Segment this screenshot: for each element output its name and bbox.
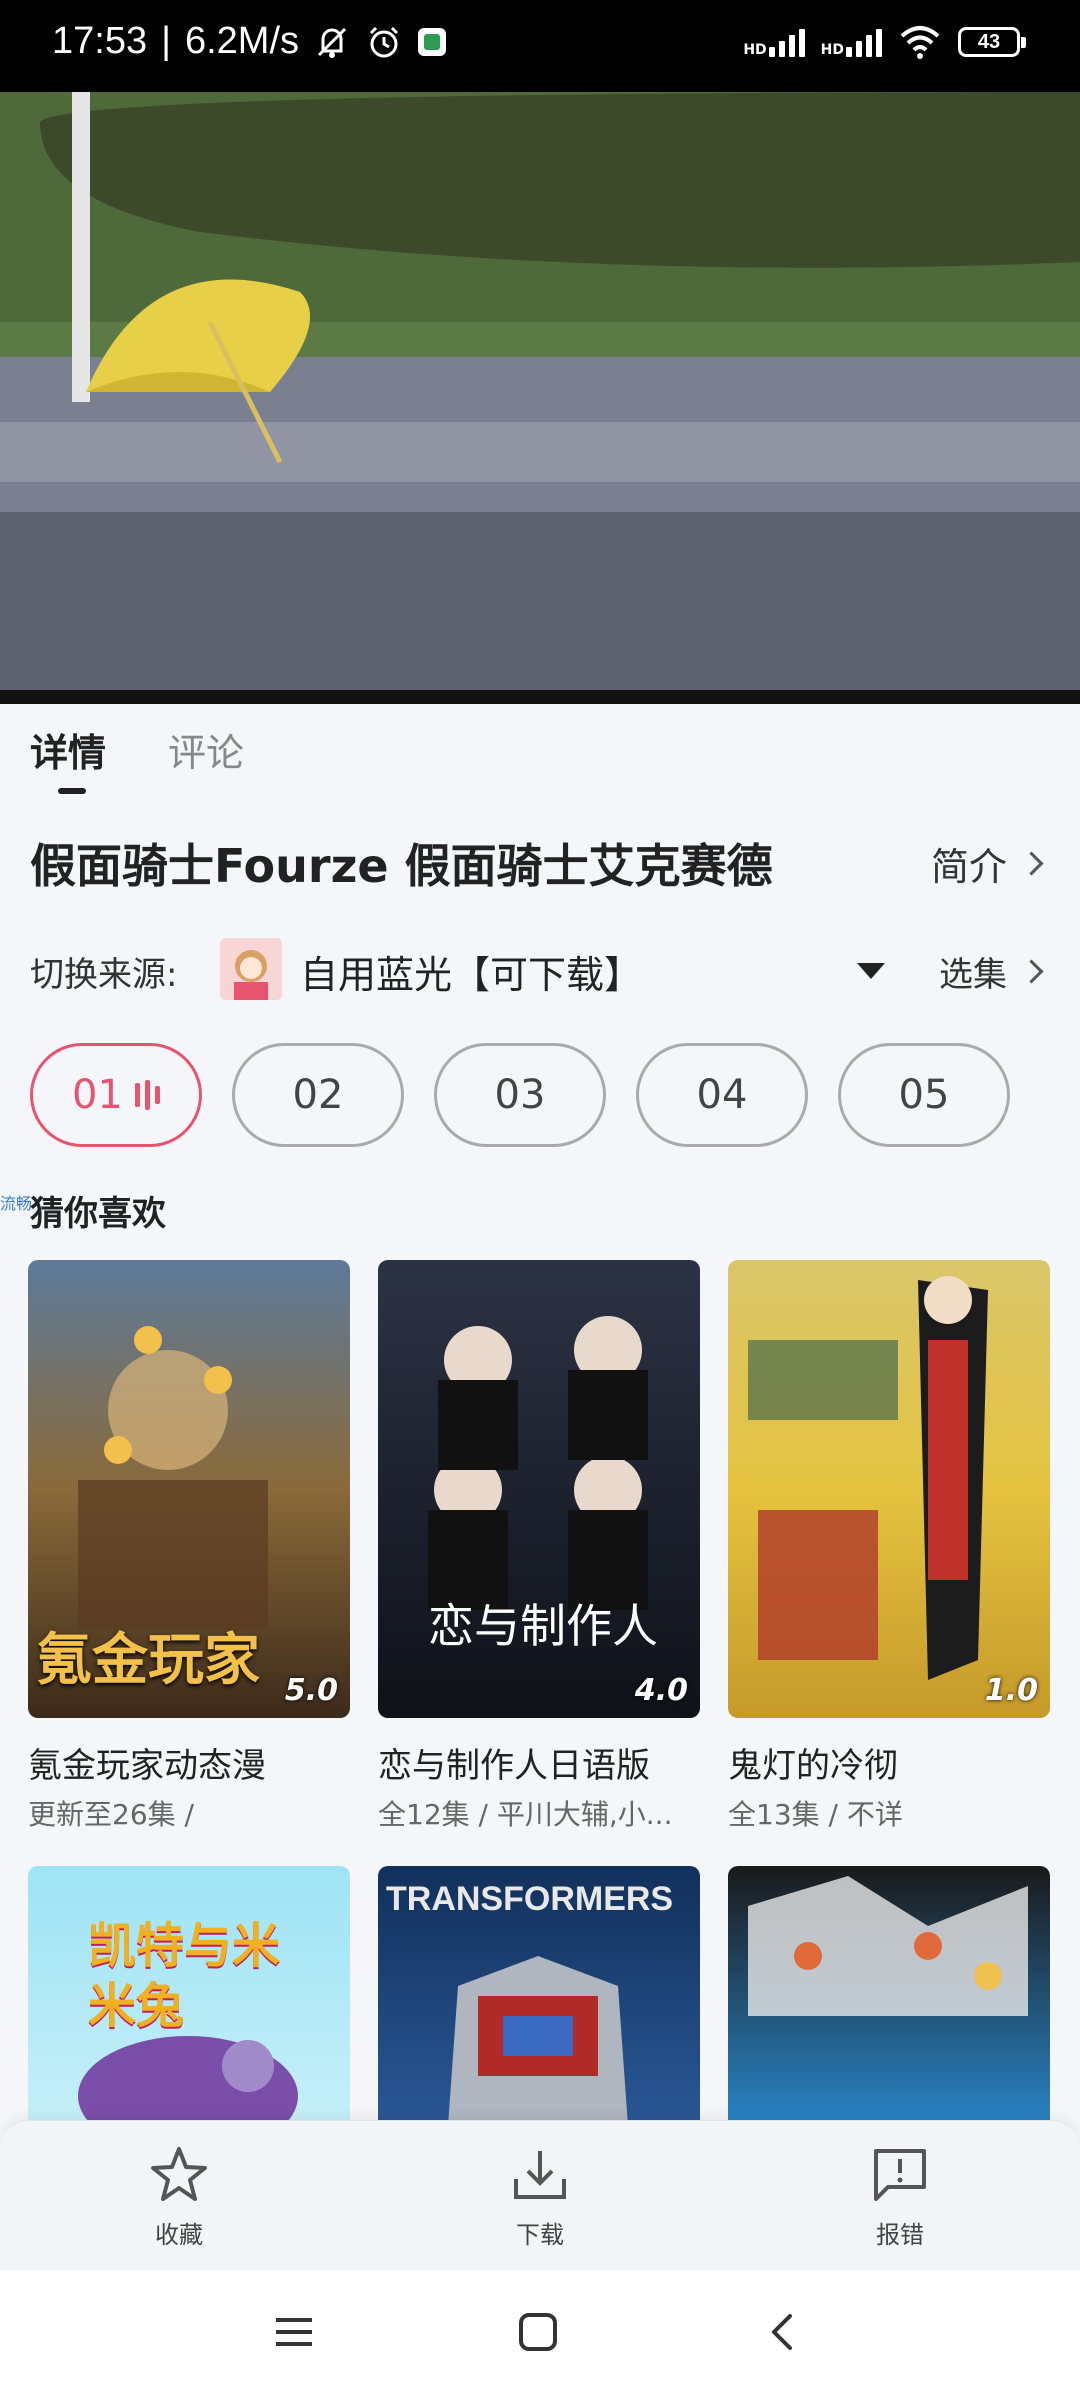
- episode-label: 05: [898, 1072, 950, 1118]
- home-icon[interactable]: [516, 2310, 560, 2354]
- wifi-icon: [900, 26, 940, 59]
- episode-button[interactable]: 03: [434, 1043, 606, 1147]
- side-tag: 流畅: [0, 1194, 33, 1213]
- episode-label: 03: [494, 1072, 546, 1118]
- card-info: 全12集 / 平川大辅,小...: [378, 1798, 673, 1831]
- download-button[interactable]: 下载: [460, 2143, 620, 2250]
- score-badge: 4.0: [634, 1673, 688, 1708]
- episode-label: 02: [292, 1072, 344, 1118]
- download-icon: [514, 2151, 566, 2199]
- tab-details-label: 详情: [30, 731, 107, 775]
- recommend-card[interactable]: 氪金玩家 5.0 氪金玩家动态漫 更新至26集 /: [28, 1260, 350, 1833]
- episode-button[interactable]: 05: [838, 1043, 1010, 1147]
- episode-button[interactable]: 04: [636, 1043, 808, 1147]
- card-title: 恋与制作人日语版: [378, 1746, 650, 1786]
- episode-label: 04: [696, 1072, 748, 1118]
- video-title: 假面骑士Fourze 假面骑士艾克赛德: [30, 839, 773, 893]
- detail-tabs: 详情 评论: [30, 722, 244, 794]
- hd-label: HD: [743, 42, 767, 58]
- source-avatar: [220, 938, 282, 1000]
- card-title: 氪金玩家动态漫: [28, 1746, 266, 1786]
- poster-text: 恋与制作人: [428, 1599, 658, 1653]
- source-name[interactable]: 自用蓝光【可下载】: [300, 944, 642, 999]
- episode-list: 01 02 03 04 05: [30, 1043, 1010, 1147]
- action-bar: 收藏 下载 报错: [0, 2120, 1080, 2271]
- system-nav-bar: [0, 2270, 1080, 2400]
- recommend-card[interactable]: 1.0 鬼灯的冷彻 全13集 / 不详: [728, 1260, 1050, 1833]
- mute-bell-icon: [317, 27, 347, 58]
- back-icon[interactable]: [762, 2310, 806, 2354]
- now-playing-icon: [134, 1080, 160, 1110]
- alarm-icon: [369, 26, 399, 57]
- poster-text: TRANSFORMERS: [386, 1880, 674, 1918]
- download-label: 下载: [516, 2221, 564, 2249]
- app-notification-icon: [418, 27, 447, 56]
- card-title: 鬼灯的冷彻: [728, 1746, 898, 1786]
- dropdown-arrow-icon[interactable]: [857, 963, 885, 979]
- episode-button[interactable]: 02: [232, 1043, 404, 1147]
- recommend-card[interactable]: 恋与制作人 4.0 恋与制作人日语版 全12集 / 平川大辅,小...: [378, 1260, 700, 1833]
- status-right: HD HD 43: [743, 24, 1026, 60]
- tab-comments-label: 评论: [168, 731, 245, 775]
- clock: 17:53: [52, 20, 148, 62]
- signal-icon: [768, 27, 805, 57]
- video-frame: [0, 92, 1080, 704]
- intro-label: 简介: [930, 845, 1007, 889]
- score-badge: 1.0: [984, 1673, 1038, 1708]
- signal-icon-2: [846, 27, 882, 57]
- status-bar: 17:53 | 6.2M/s HD HD 43: [0, 0, 1080, 92]
- tab-details[interactable]: 详情: [30, 722, 107, 794]
- poster: 1.0: [728, 1260, 1050, 1718]
- report-label: 报错: [876, 2221, 924, 2249]
- score-badge: 5.0: [284, 1673, 338, 1708]
- episode-label: 01: [72, 1072, 123, 1118]
- battery-icon: 43: [958, 27, 1026, 57]
- status-left: 17:53 | 6.2M/s: [52, 20, 447, 63]
- chevron-right-icon: [1019, 851, 1044, 876]
- favorite-button[interactable]: 收藏: [99, 2143, 259, 2250]
- network-speed: 6.2M/s: [184, 20, 300, 62]
- hd-label-2: HD: [820, 42, 844, 58]
- poster-text: 氪金玩家: [36, 1628, 260, 1693]
- card-info: 全13集 / 不详: [728, 1798, 903, 1831]
- poster-text: 凯特与米米兔: [88, 1918, 281, 2034]
- chevron-right-icon: [1019, 959, 1044, 984]
- card-info: 更新至26集 /: [28, 1798, 194, 1831]
- favorite-label: 收藏: [155, 2221, 203, 2249]
- poster: 氪金玩家 5.0: [28, 1260, 350, 1718]
- tab-comments[interactable]: 评论: [168, 722, 244, 777]
- star-icon: [151, 2147, 207, 2201]
- episode-button[interactable]: 01: [30, 1043, 202, 1147]
- poster: 恋与制作人 4.0: [378, 1260, 700, 1718]
- separator: |: [161, 20, 171, 62]
- report-icon: [874, 2149, 926, 2201]
- menu-icon[interactable]: [272, 2310, 316, 2354]
- section-title: 猜你喜欢: [30, 1194, 166, 1234]
- video-player[interactable]: [0, 92, 1080, 704]
- tab-indicator: [58, 788, 86, 794]
- episode-picker-button[interactable]: 选集: [939, 947, 1044, 996]
- pick-label: 选集: [939, 955, 1007, 995]
- source-label: 切换来源:: [30, 955, 178, 995]
- report-button[interactable]: 报错: [820, 2143, 980, 2250]
- intro-button[interactable]: 简介: [930, 836, 1044, 891]
